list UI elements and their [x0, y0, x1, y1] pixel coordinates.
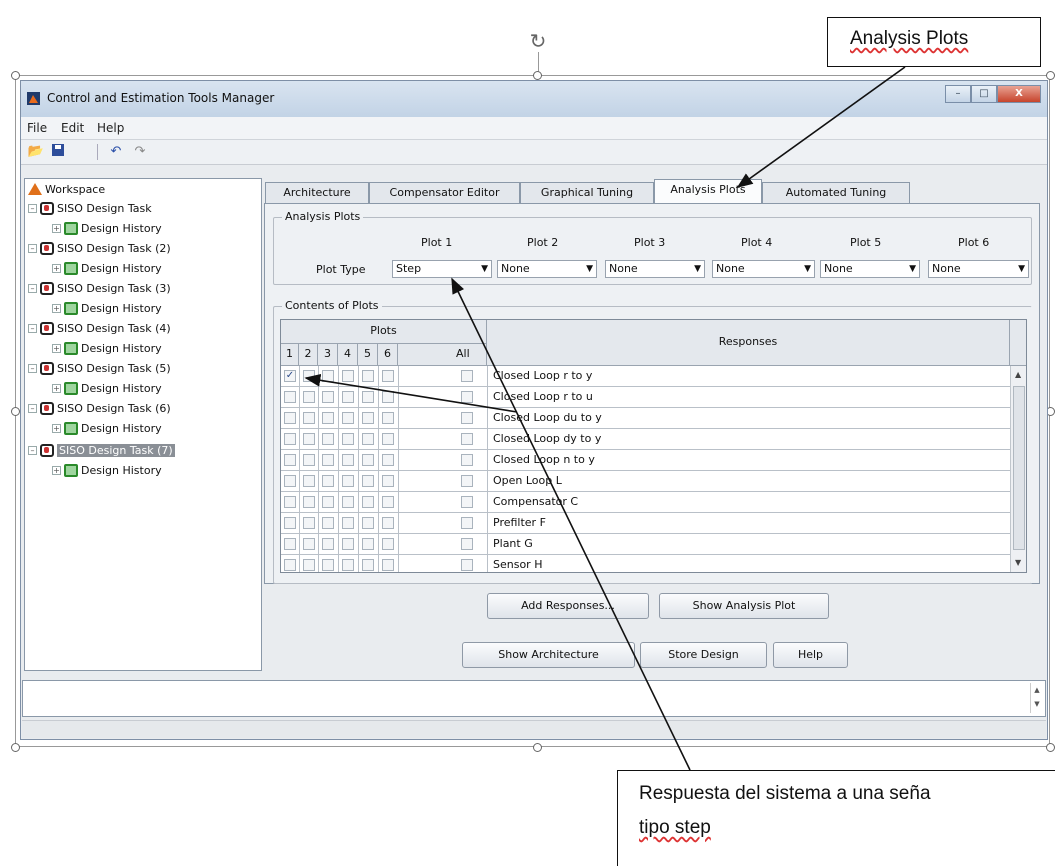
- arrow-to-plot-type-step: [451, 277, 691, 771]
- arrow-to-plot1-checkbox: [304, 373, 518, 413]
- annotation-arrows: [304, 66, 906, 771]
- arrow-to-analysis-plots-tab: [736, 66, 906, 188]
